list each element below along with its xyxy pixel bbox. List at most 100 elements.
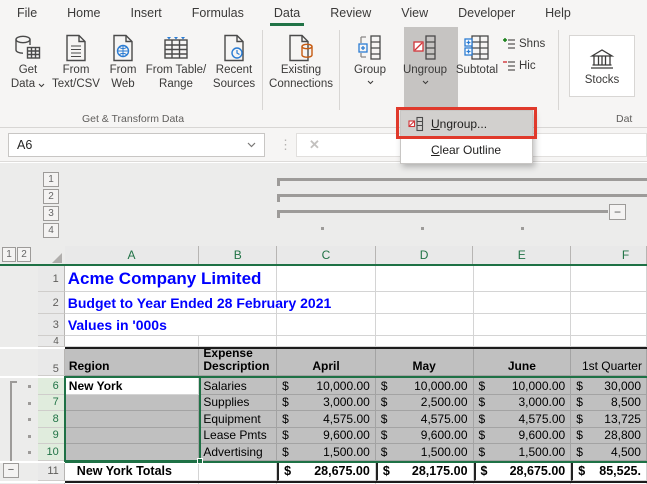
column-group-bar-2[interactable] xyxy=(277,194,647,197)
cell-F6[interactable]: $30,000 xyxy=(571,378,647,395)
tab-view[interactable]: View xyxy=(386,0,443,26)
cell-A7[interactable] xyxy=(65,395,200,412)
cell-E7[interactable]: $3,000.00 xyxy=(474,395,572,412)
tab-data[interactable]: Data xyxy=(259,0,315,26)
cell-F2[interactable] xyxy=(571,292,647,314)
show-detail-button[interactable]: Shns xyxy=(502,38,556,50)
cell-A5[interactable]: Region xyxy=(65,349,200,376)
cell-F3[interactable] xyxy=(571,314,647,336)
cell-D2[interactable] xyxy=(376,292,474,314)
row-header-11[interactable]: 11 xyxy=(38,463,65,481)
cell-B9[interactable]: Lease Pmts xyxy=(199,428,277,445)
row-header-1[interactable]: 1 xyxy=(38,266,65,292)
column-header-f[interactable]: F xyxy=(571,246,647,264)
hide-detail-button[interactable]: Hic xyxy=(502,60,556,72)
column-header-a[interactable]: A xyxy=(65,246,200,264)
cell-A2[interactable]: Budget to Year Ended 28 February 2021 xyxy=(65,292,200,314)
cell-F4[interactable] xyxy=(571,336,647,347)
cell-C10[interactable]: $1,500.00 xyxy=(277,444,376,461)
column-header-b[interactable]: B xyxy=(199,246,277,264)
tab-developer[interactable]: Developer xyxy=(443,0,530,26)
cell-F10[interactable]: $4,500 xyxy=(571,444,647,461)
subtotal-button[interactable]: Subtotal xyxy=(452,28,502,78)
cell-E8[interactable]: $4,575.00 xyxy=(474,411,572,428)
cell-D11[interactable]: $28,175.00 xyxy=(376,463,474,481)
cell-D3[interactable] xyxy=(376,314,474,336)
cell-C7[interactable]: $3,000.00 xyxy=(277,395,376,412)
tab-help[interactable]: Help xyxy=(530,0,586,26)
cell-E11[interactable]: $28,675.00 xyxy=(474,463,572,481)
cell-A1[interactable]: Acme Company Limited xyxy=(65,266,200,292)
cell-D1[interactable] xyxy=(376,266,474,292)
cell-C1[interactable] xyxy=(277,266,376,292)
col-outline-level-2[interactable]: 2 xyxy=(43,189,59,204)
name-box-dropdown-icon[interactable] xyxy=(247,142,256,148)
recent-sources-button[interactable]: Recent Sources xyxy=(208,28,260,92)
cell-F5[interactable]: 1st Quarter xyxy=(571,349,647,376)
stocks-button[interactable]: Stocks xyxy=(569,35,635,97)
row-header-5[interactable]: 5 xyxy=(38,349,65,376)
cell-F9[interactable]: $28,800 xyxy=(571,428,647,445)
cell-D8[interactable]: $4,575.00 xyxy=(376,411,474,428)
cell-D5[interactable]: May xyxy=(376,349,474,376)
cell-A8[interactable] xyxy=(65,411,200,428)
cell-B3[interactable] xyxy=(199,314,277,336)
cell-E3[interactable] xyxy=(474,314,572,336)
cell-D6[interactable]: $10,000.00 xyxy=(376,378,474,395)
cell-F11[interactable]: $85,525. xyxy=(571,463,647,481)
cell-B5[interactable]: Expense Description xyxy=(199,349,277,376)
cell-F1[interactable] xyxy=(571,266,647,292)
col-outline-level-3[interactable]: 3 xyxy=(43,206,59,221)
cell-C9[interactable]: $9,600.00 xyxy=(277,428,376,445)
column-group-bar-3[interactable] xyxy=(277,210,608,213)
cell-D4[interactable] xyxy=(376,336,474,347)
from-web-button[interactable]: From Web xyxy=(102,28,144,92)
cell-A10[interactable] xyxy=(65,444,200,461)
cell-C3[interactable] xyxy=(277,314,376,336)
cell-E9[interactable]: $9,600.00 xyxy=(474,428,572,445)
cell-D10[interactable]: $1,500.00 xyxy=(376,444,474,461)
cell-A9[interactable] xyxy=(65,428,200,445)
cell-F7[interactable]: $8,500 xyxy=(571,395,647,412)
cell-B8[interactable]: Equipment xyxy=(199,411,277,428)
menu-item-ungroup[interactable]: Ungroup... xyxy=(401,111,532,137)
name-box[interactable]: A6 xyxy=(8,133,265,157)
cell-C11[interactable]: $28,675.00 xyxy=(277,463,376,481)
col-outline-level-1[interactable]: 1 xyxy=(43,172,59,187)
menu-item-clear-outline[interactable]: Clear Outline xyxy=(401,137,532,163)
from-table-range-button[interactable]: From Table/ Range xyxy=(144,28,208,92)
cell-C6[interactable]: $10,000.00 xyxy=(277,378,376,395)
cell-E5[interactable]: June xyxy=(474,349,572,376)
cell-C4[interactable] xyxy=(277,336,376,347)
cell-A3[interactable]: Values in '000s xyxy=(65,314,200,336)
col-outline-level-4[interactable]: 4 xyxy=(43,223,59,238)
cell-D7[interactable]: $2,500.00 xyxy=(376,395,474,412)
cell-B10[interactable]: Advertising xyxy=(199,444,277,461)
row-header-9[interactable]: 9 xyxy=(38,428,65,445)
column-header-d[interactable]: D xyxy=(376,246,474,264)
cell-E10[interactable]: $1,500.00 xyxy=(474,444,572,461)
cell-C5[interactable]: April xyxy=(277,349,376,376)
row-header-4[interactable]: 4 xyxy=(38,336,65,347)
cell-E2[interactable] xyxy=(474,292,572,314)
row-header-2[interactable]: 2 xyxy=(38,292,65,314)
tab-home[interactable]: Home xyxy=(52,0,115,26)
tab-file[interactable]: File xyxy=(2,0,52,26)
cell-D9[interactable]: $9,600.00 xyxy=(376,428,474,445)
existing-connections-button[interactable]: Existing Connections xyxy=(265,28,337,92)
cell-B4[interactable] xyxy=(199,336,277,347)
tab-review[interactable]: Review xyxy=(315,0,386,26)
cell-A11[interactable]: New York Totals xyxy=(65,463,200,481)
from-text-csv-button[interactable]: From Text/CSV xyxy=(50,28,102,92)
cell-E6[interactable]: $10,000.00 xyxy=(474,378,572,395)
ungroup-button[interactable]: Ungroup xyxy=(398,28,452,85)
row-header-7[interactable]: 7 xyxy=(38,395,65,412)
get-data-button[interactable]: Get Data xyxy=(6,28,50,92)
cell-A4[interactable] xyxy=(65,336,200,347)
collapse-columns-button[interactable]: − xyxy=(609,204,626,220)
row-group-bracket[interactable] xyxy=(10,381,12,461)
column-group-bar-1[interactable] xyxy=(277,178,647,181)
tab-formulas[interactable]: Formulas xyxy=(177,0,259,26)
cell-A6[interactable]: New York xyxy=(65,378,200,395)
row-header-8[interactable]: 8 xyxy=(38,411,65,428)
